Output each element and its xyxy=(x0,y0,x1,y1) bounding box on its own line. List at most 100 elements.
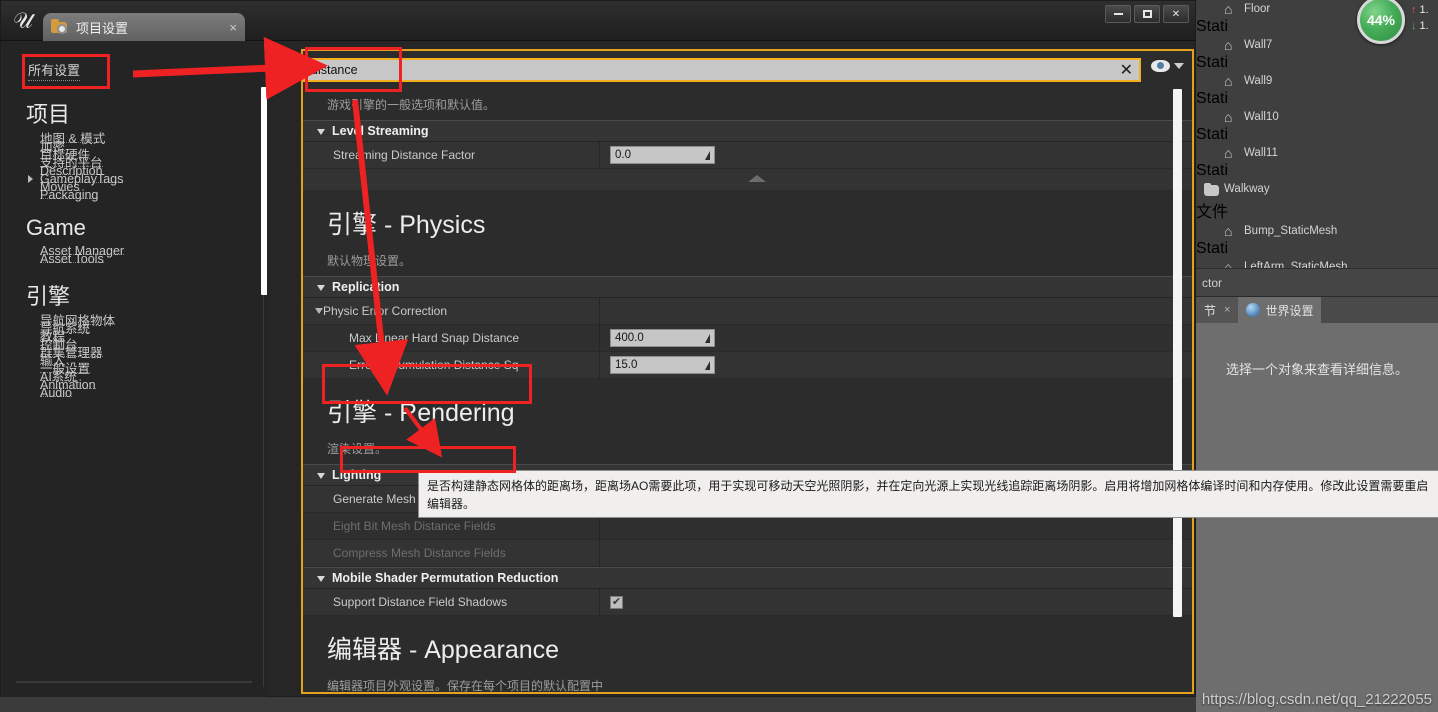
sidebar-section-heading: Game xyxy=(26,215,86,240)
minimize-button[interactable] xyxy=(1105,5,1131,23)
property-value[interactable]: 400.0 xyxy=(600,329,715,347)
chevron-down-icon[interactable] xyxy=(317,128,325,135)
property-label: Streaming Distance Factor xyxy=(303,141,600,169)
tab-details[interactable]: 节 × xyxy=(1196,297,1239,323)
settings-content-pane: 游戏引擎的一般选项和默认值。 Level Streaming Streaming D… xyxy=(301,49,1194,694)
collapse-strip[interactable] xyxy=(303,169,1192,191)
checkbox[interactable]: ✔ xyxy=(610,595,623,609)
category-title: 编辑器 - Appearance xyxy=(303,616,1192,670)
outliner-row-label: Wall9 xyxy=(1244,75,1273,87)
chevron-down-icon[interactable] xyxy=(317,284,325,291)
tab-project-settings-label: 项目设置 xyxy=(76,20,129,36)
content-scrollbar[interactable] xyxy=(1173,89,1182,617)
chevron-down-icon[interactable] xyxy=(1174,63,1184,69)
property-group-header[interactable]: Replication xyxy=(303,276,1192,298)
property-row[interactable]: Compress Mesh Distance Fields xyxy=(303,539,1192,567)
outliner-row-label: Bump_StaticMesh xyxy=(1244,225,1338,237)
unreal-logo-icon: 𝒰 xyxy=(13,8,33,33)
download-value: 1. xyxy=(1419,20,1429,32)
sidebar-section-heading: 项目 xyxy=(26,102,71,127)
settings-sidebar[interactable]: 所有设置 项目 地图 & 模式 加密 目标硬件 支持的平台 Description Game… xyxy=(2,42,267,697)
property-group-title: Mobile Shader Permutation Reduction xyxy=(332,571,559,585)
mesh-icon xyxy=(1224,74,1239,88)
property-group-header[interactable]: Mobile Shader Permutation Reduction xyxy=(303,567,1192,589)
details-tab-strip[interactable]: 节 × 世界设置 xyxy=(1196,297,1438,323)
tab-details-label: 节 xyxy=(1204,303,1217,318)
property-row[interactable]: Support Distance Field Shadows ✔ xyxy=(303,588,1192,616)
sidebar-scrollbar[interactable] xyxy=(261,87,267,295)
outliner-row[interactable]: Wall10 xyxy=(1196,108,1438,126)
upload-arrow-icon: ↑ xyxy=(1411,4,1417,16)
actor-strip: ctor xyxy=(1196,268,1438,296)
search-input[interactable] xyxy=(311,63,1120,77)
property-row[interactable]: Streaming Distance Factor 0.0 xyxy=(303,141,1192,169)
folder-icon xyxy=(1204,182,1219,196)
outliner-row[interactable]: Walkway xyxy=(1196,180,1438,198)
mesh-icon xyxy=(1224,224,1239,238)
tab-world-settings[interactable]: 世界设置 xyxy=(1238,297,1322,323)
project-settings-icon xyxy=(51,18,69,35)
property-label: Support Distance Field Shadows xyxy=(303,588,600,616)
outliner-row-type: 文件 xyxy=(1196,204,1229,221)
globe-icon xyxy=(1246,303,1261,317)
number-input[interactable]: 400.0 xyxy=(610,329,715,347)
outliner-row[interactable]: Wall11 xyxy=(1196,144,1438,162)
outliner-row-label: Floor xyxy=(1244,3,1271,15)
property-row[interactable]: Error Accumulation Distance Sq 15.0 xyxy=(303,351,1192,379)
category-description: 编辑器项目外观设置。保存在每个项目的默认配置中 xyxy=(303,670,1192,692)
property-label: Physic Error Correction xyxy=(303,297,600,325)
outliner-row-type: Stati xyxy=(1196,240,1229,257)
number-input[interactable]: 0.0 xyxy=(610,146,715,164)
property-row[interactable]: Physic Error Correction xyxy=(303,297,1192,325)
all-settings-link[interactable]: 所有设置 xyxy=(28,60,81,81)
chevron-down-icon[interactable] xyxy=(317,472,325,479)
chevron-down-icon[interactable] xyxy=(317,575,325,582)
category-description: 游戏引擎的一般选项和默认值。 xyxy=(303,89,1192,120)
maximize-button[interactable] xyxy=(1134,5,1160,23)
sidebar-item-packaging[interactable]: Packaging xyxy=(40,189,99,201)
outliner-row-type: Stati xyxy=(1196,162,1229,179)
category-title: 引擎 - Physics xyxy=(303,191,1192,245)
property-group-title: Replication xyxy=(332,280,400,294)
property-value[interactable]: 15.0 xyxy=(600,356,715,374)
outliner-row-label: Wall10 xyxy=(1244,111,1279,123)
sidebar-item-audio[interactable]: Audio xyxy=(40,387,72,399)
clear-search-icon[interactable]: ✕ xyxy=(1120,60,1133,80)
search-box[interactable]: ✕ xyxy=(303,58,1141,82)
network-stats: ↑ 1. ↓ 1. xyxy=(1411,2,1429,34)
outliner-row[interactable]: Wall7 xyxy=(1196,36,1438,54)
outliner-row[interactable]: LeftArm_StaticMesh xyxy=(1196,258,1438,268)
chevron-up-icon[interactable] xyxy=(747,175,766,182)
window-controls[interactable]: ✕ xyxy=(1105,5,1189,23)
spinner-icon[interactable] xyxy=(705,334,710,343)
close-icon[interactable]: × xyxy=(229,20,237,35)
close-icon[interactable]: × xyxy=(1224,304,1230,316)
property-value[interactable]: ✔ xyxy=(600,595,623,609)
details-empty-message: 选择一个对象来查看详细信息。 xyxy=(1225,362,1408,377)
mesh-icon xyxy=(1224,146,1239,160)
chevron-right-icon[interactable] xyxy=(28,175,33,183)
world-outliner-panel[interactable]: Floor Stati Wall7 Stati Wall9 Stati Wall10 Stat… xyxy=(1196,0,1438,268)
property-label: Compress Mesh Distance Fields xyxy=(303,539,600,567)
property-value[interactable]: 0.0 xyxy=(600,146,715,164)
outliner-row-type: Stati xyxy=(1196,54,1229,71)
outliner-row-label: Wall7 xyxy=(1244,39,1273,51)
chevron-down-icon[interactable] xyxy=(315,308,323,314)
spinner-icon[interactable] xyxy=(705,361,710,370)
view-options-control[interactable] xyxy=(1151,60,1184,72)
title-bar: 𝒰 项目设置 × ✕ xyxy=(1,1,1195,41)
property-group-header[interactable]: Level Streaming xyxy=(303,120,1192,142)
category-title: 引擎 - Rendering xyxy=(303,379,1192,433)
project-settings-window: 𝒰 项目设置 × ✕ 所有设置 项目 地图 & 模式 加密 目标硬件 支持的平台 Desc… xyxy=(0,0,1196,697)
number-input[interactable]: 15.0 xyxy=(610,356,715,374)
outliner-row[interactable]: Bump_StaticMesh xyxy=(1196,222,1438,240)
eye-icon[interactable] xyxy=(1151,60,1170,72)
tab-project-settings[interactable]: 项目设置 × xyxy=(43,13,245,41)
close-button[interactable]: ✕ xyxy=(1163,5,1189,23)
settings-scroll-area[interactable]: 游戏引擎的一般选项和默认值。 Level Streaming Streaming D… xyxy=(303,89,1192,692)
outliner-row[interactable]: Wall9 xyxy=(1196,72,1438,90)
property-row[interactable]: Max Linear Hard Snap Distance 400.0 xyxy=(303,324,1192,352)
download-arrow-icon: ↓ xyxy=(1411,20,1417,32)
sidebar-item-asset-tools[interactable]: Asset Tools xyxy=(40,253,104,265)
spinner-icon[interactable] xyxy=(705,151,710,160)
